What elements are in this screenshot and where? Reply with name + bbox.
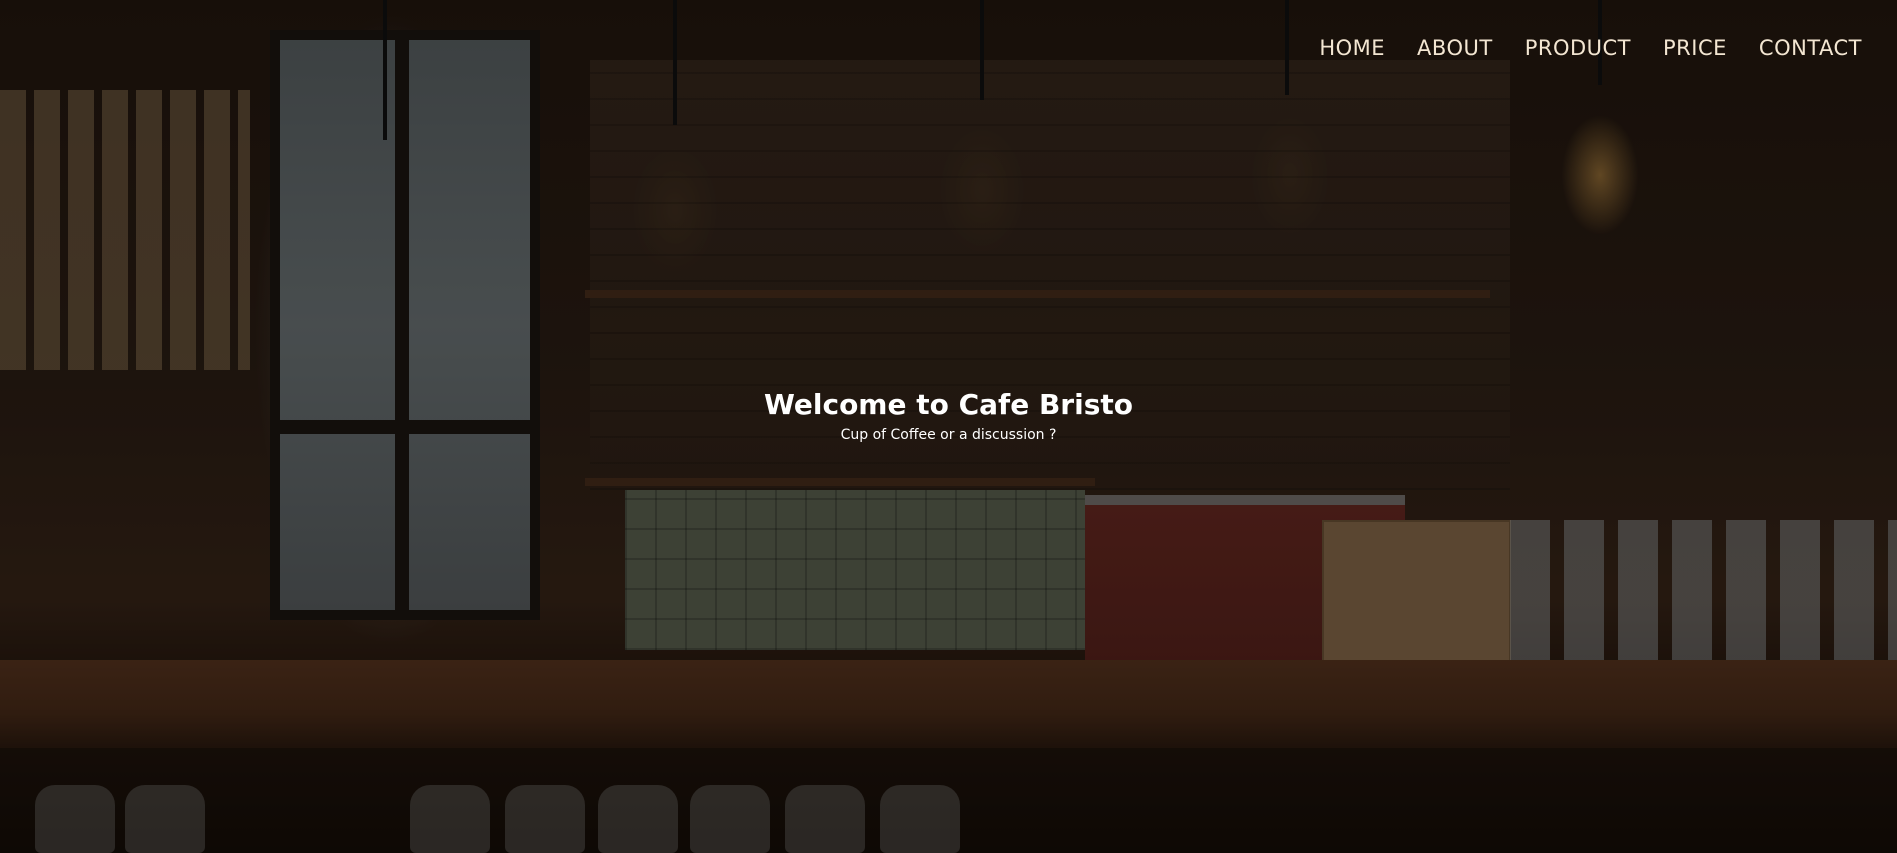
hero-title: Welcome to Cafe Bristo — [764, 388, 1133, 421]
nav-contact-link[interactable]: CONTACT — [1759, 36, 1862, 60]
main-nav: HOME ABOUT PRODUCT PRICE CONTACT — [1287, 36, 1862, 60]
hero-text-block: Welcome to Cafe Bristo Cup of Coffee or … — [0, 385, 1897, 443]
nav-home-link[interactable]: HOME — [1319, 36, 1385, 60]
hero-subtitle: Cup of Coffee or a discussion ? — [840, 427, 1057, 443]
nav-product-link[interactable]: PRODUCT — [1525, 36, 1631, 60]
hero-section: HOME ABOUT PRODUCT PRICE CONTACT Welcome… — [0, 0, 1897, 853]
nav-about-link[interactable]: ABOUT — [1417, 36, 1493, 60]
nav-price-link[interactable]: PRICE — [1663, 36, 1727, 60]
